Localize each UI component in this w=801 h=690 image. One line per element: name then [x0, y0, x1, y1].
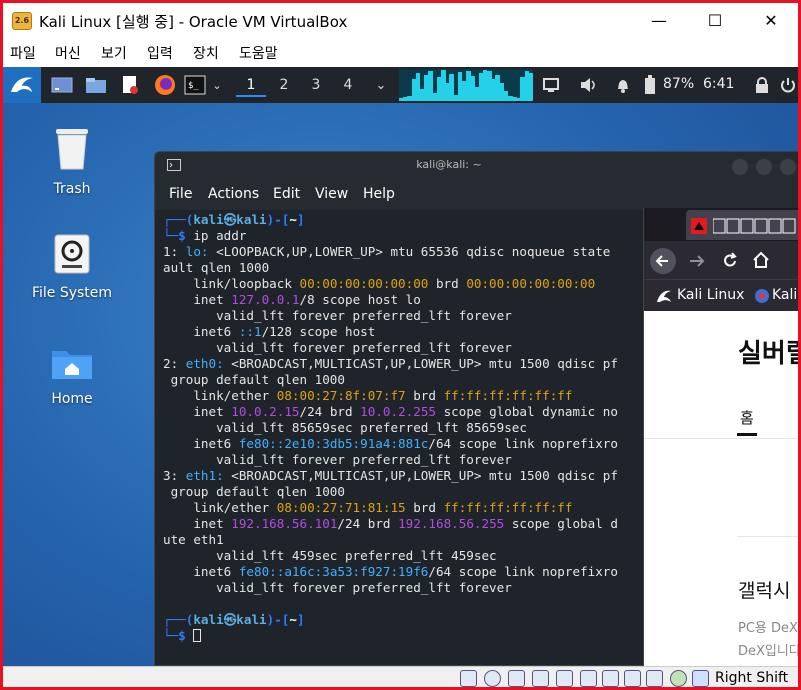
firefox-tab[interactable] [686, 210, 798, 240]
show-desktop-icon[interactable] [49, 67, 75, 103]
xfce-top-panel: $_ ⌄ 1 2 3 4 ⌄ 87% 6:41 [3, 67, 798, 103]
terminal-menu-file[interactable]: File [169, 186, 192, 202]
hard-drive-icon [54, 234, 90, 274]
page-heading: 실버릴 [738, 339, 798, 369]
terminal-maximize-button[interactable] [755, 158, 773, 176]
display-icon[interactable] [539, 67, 563, 103]
terminal-launcher-icon[interactable]: $_ [183, 67, 207, 103]
divider [644, 438, 798, 439]
desktop-icon-file-system[interactable]: File System [17, 233, 127, 301]
virtualbox-app-icon: 2.6 [12, 12, 32, 30]
mouse-integration-icon[interactable] [670, 670, 687, 687]
back-arrow-icon[interactable] [650, 248, 676, 274]
section-title: 갤럭시 [738, 580, 791, 602]
workspace-1[interactable]: 1 [236, 73, 266, 97]
missing-glyph-tab-title [713, 218, 796, 234]
virtualbox-window: 2.6 Kali Linux [실행 중] - Oracle VM Virtua… [0, 0, 801, 690]
terminal-menu-help[interactable]: Help [363, 186, 395, 202]
close-button[interactable]: ✕ [748, 5, 794, 37]
site-favicon-icon [691, 218, 707, 234]
desktop-icon-trash[interactable]: Trash [17, 125, 127, 197]
vt-x-status-icon[interactable] [646, 670, 663, 687]
hard-disk-status-icon[interactable] [460, 670, 477, 687]
desktop-icon-label: Trash [53, 181, 91, 197]
notification-bell-icon[interactable] [611, 67, 635, 103]
display-status-icon[interactable] [602, 670, 619, 687]
vbox-menubar: 파일 머신 보기 입력 장치 도움말 [3, 39, 798, 67]
workspace-2[interactable]: 2 [269, 73, 299, 97]
host-key-label: Right Shift [715, 670, 789, 686]
text-editor-icon[interactable] [117, 67, 143, 103]
chevron-down-icon[interactable]: ⌄ [209, 67, 225, 103]
desktop-icon-label: Home [51, 391, 93, 407]
terminal-command: ip addr [193, 228, 247, 243]
shared-folders-status-icon[interactable] [580, 670, 597, 687]
audio-status-icon[interactable] [508, 670, 525, 687]
desktop-icon-home[interactable]: Home [17, 345, 127, 407]
workspace-4[interactable]: 4 [333, 73, 363, 97]
keyboard-capture-icon[interactable] [692, 670, 709, 687]
trash-icon [56, 129, 88, 170]
clock[interactable]: 6:41 [703, 76, 734, 92]
volume-icon[interactable] [577, 67, 601, 103]
firefox-nav-bar [644, 241, 798, 279]
kali-tools-icon [755, 289, 769, 303]
battery-icon[interactable] [641, 67, 659, 103]
window-titlebar[interactable]: 2.6 Kali Linux [실행 중] - Oracle VM Virtua… [3, 3, 798, 39]
kali-menu-icon[interactable] [3, 67, 41, 103]
cpu-graph [399, 69, 533, 101]
terminal-titlebar[interactable]: kali@kali: ~ [155, 152, 798, 180]
power-icon[interactable] [777, 67, 798, 103]
menu-help[interactable]: 도움말 [239, 43, 278, 63]
home-folder-icon [52, 351, 92, 379]
terminal-title: kali@kali: ~ [416, 158, 482, 171]
desktop-icon-label: File System [31, 285, 113, 301]
window-list-chevron-icon[interactable]: ⌄ [369, 67, 393, 103]
svg-text:$_: $_ [188, 81, 199, 91]
firefox-page-content[interactable]: 실버릴 홈 갤럭시 PC용 DeX DeX입니다 [644, 311, 798, 687]
firefox-window[interactable]: Kali Linux Kali T 실버릴 홈 갤럭시 PC용 DeX DeX입… [643, 208, 798, 687]
menu-devices[interactable]: 장치 [193, 43, 219, 63]
file-manager-icon[interactable] [83, 67, 109, 103]
terminal-close-button[interactable] [779, 158, 797, 176]
reload-icon[interactable] [721, 252, 739, 270]
terminal-minimize-button[interactable] [731, 158, 749, 176]
recording-status-icon[interactable] [624, 670, 641, 687]
menu-file[interactable]: 파일 [10, 43, 36, 63]
section-line-1: PC용 DeX [738, 621, 798, 636]
forward-arrow-icon[interactable] [688, 252, 706, 270]
battery-percent[interactable]: 87% [663, 76, 694, 92]
home-icon[interactable] [752, 251, 770, 269]
divider [737, 536, 798, 537]
terminal-menu-actions[interactable]: Actions [208, 186, 259, 202]
terminal-menubar: File Actions Edit View Help [155, 180, 798, 210]
minimize-button[interactable]: — [636, 5, 682, 37]
maximize-button[interactable]: ☐ [692, 5, 738, 37]
firefox-bookmarks-bar: Kali Linux Kali T [644, 279, 798, 311]
menu-input[interactable]: 입력 [147, 43, 173, 63]
window-title: Kali Linux [실행 중] - Oracle VM VirtualBox [39, 13, 348, 31]
network-status-icon[interactable] [532, 670, 549, 687]
lock-icon[interactable] [751, 67, 773, 103]
optical-drive-status-icon[interactable] [484, 670, 501, 687]
page-tab-home[interactable]: 홈 [740, 407, 754, 428]
active-tab-indicator [737, 433, 757, 436]
bookmark-kali-linux[interactable]: Kali Linux [677, 287, 744, 303]
firefox-tab-strip [644, 208, 798, 241]
guest-display[interactable]: $_ ⌄ 1 2 3 4 ⌄ 87% 6:41 Trash File Syste… [3, 67, 798, 687]
bookmark-kali-tools[interactable]: Kali T [772, 287, 798, 303]
menu-view[interactable]: 보기 [101, 43, 127, 63]
terminal-menu-view[interactable]: View [315, 186, 348, 202]
workspace-3[interactable]: 3 [301, 73, 331, 97]
menu-machine[interactable]: 머신 [55, 43, 81, 63]
terminal-cursor [193, 629, 202, 642]
section-line-2: DeX입니다 [738, 644, 798, 659]
terminal-menu-edit[interactable]: Edit [273, 186, 300, 202]
cpu-graph-bar [528, 73, 533, 101]
kali-dragon-icon [657, 290, 671, 302]
usb-status-icon[interactable] [556, 670, 573, 687]
firefox-icon[interactable] [151, 67, 179, 103]
vbox-statusbar: Right Shift [3, 666, 798, 687]
